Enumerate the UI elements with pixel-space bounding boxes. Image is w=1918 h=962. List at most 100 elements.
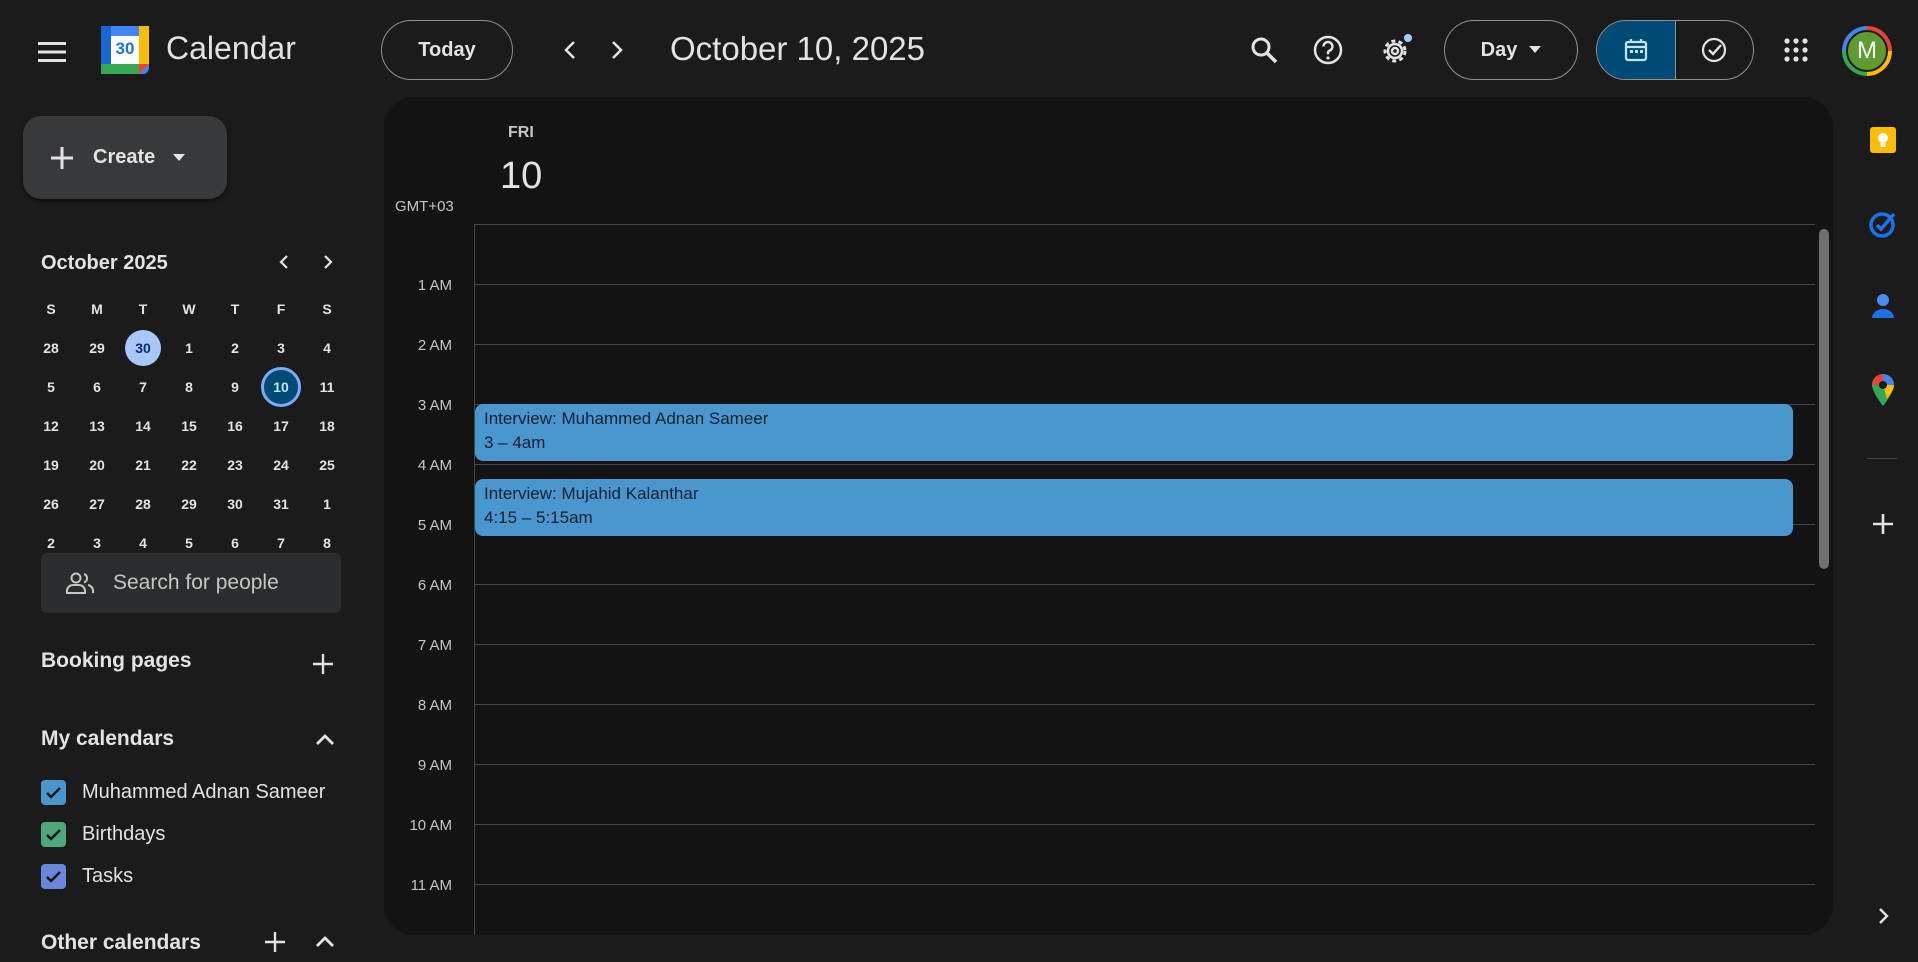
mini-prev-month-button[interactable] — [266, 244, 302, 280]
calendar-item-label: Muhammed Adnan Sameer — [82, 781, 326, 803]
calendar-item-label: Tasks — [82, 865, 134, 887]
checkbox-checked-icon[interactable] — [41, 780, 66, 805]
mini-day[interactable]: 8 — [166, 367, 212, 406]
my-calendars-title: My calendars — [41, 727, 175, 750]
settings-button[interactable] — [1374, 28, 1418, 72]
vertical-scrollbar[interactable] — [1819, 229, 1829, 569]
mini-day[interactable]: 2 — [212, 328, 258, 367]
mini-day[interactable]: 29 — [166, 484, 212, 523]
mini-day[interactable]: 17 — [258, 406, 304, 445]
side-panel — [1845, 100, 1918, 958]
mini-day[interactable]: 1 — [166, 328, 212, 367]
calendar-item-birthdays[interactable]: Birthdays — [41, 822, 165, 847]
weekday-label: T — [138, 301, 148, 317]
hour-line — [475, 584, 1815, 585]
checkbox-checked-icon[interactable] — [41, 864, 66, 889]
app-title: Calendar — [166, 30, 296, 66]
mini-day[interactable]: 28 — [28, 328, 74, 367]
logo-day-number: 30 — [115, 39, 135, 58]
search-people-input[interactable]: Search for people — [41, 553, 341, 613]
mini-day[interactable]: 15 — [166, 406, 212, 445]
event-time: 3 – 4am — [484, 433, 546, 452]
hour-line — [475, 824, 1815, 825]
expand-side-panel-button[interactable] — [1863, 896, 1903, 936]
mini-day[interactable]: 5 — [28, 367, 74, 406]
chevron-right-icon — [612, 41, 623, 59]
mini-day[interactable]: 19 — [28, 445, 74, 484]
checkbox-checked-icon[interactable] — [41, 822, 66, 847]
search-button[interactable] — [1242, 28, 1286, 72]
add-other-calendar-button[interactable] — [255, 922, 295, 962]
main-menu-button[interactable] — [30, 30, 74, 74]
get-add-ons-button[interactable] — [1863, 504, 1903, 544]
mini-day[interactable]: 25 — [304, 445, 350, 484]
google-apps-button[interactable] — [1774, 28, 1818, 72]
time-grid[interactable] — [474, 224, 1815, 935]
mini-day[interactable]: 24 — [258, 445, 304, 484]
mini-day[interactable]: 18 — [304, 406, 350, 445]
mini-calendar: S M T W T F S 28 29 30 1 2 3 4 5 6 7 8 9… — [28, 290, 348, 562]
tasks-button[interactable] — [1863, 204, 1903, 244]
view-selector[interactable]: Day — [1444, 20, 1578, 80]
hour-line — [475, 284, 1815, 285]
hour-label: 8 AM — [417, 697, 452, 714]
mini-next-month-button[interactable] — [310, 244, 346, 280]
previous-day-button[interactable] — [550, 30, 590, 70]
calendar-item-tasks[interactable]: Tasks — [41, 864, 133, 889]
today-button[interactable]: Today — [381, 20, 513, 80]
mini-day[interactable]: 29 — [74, 328, 120, 367]
mini-day[interactable]: 30 — [212, 484, 258, 523]
mini-day[interactable]: 4 — [304, 328, 350, 367]
day-name: FRI — [508, 124, 534, 141]
mini-day[interactable]: 22 — [166, 445, 212, 484]
contacts-button[interactable] — [1863, 286, 1903, 326]
maps-pin-icon — [1872, 374, 1894, 406]
mini-day[interactable]: 13 — [74, 406, 120, 445]
event-interview-mujahid[interactable]: Interview: Mujahid Kalanthar 4:15 – 5:15… — [475, 479, 1793, 536]
collapse-my-calendars-button[interactable] — [305, 720, 345, 760]
chevron-left-icon — [564, 41, 575, 59]
hour-label: 2 AM — [417, 337, 452, 354]
help-button[interactable] — [1306, 28, 1350, 72]
mini-day[interactable]: 26 — [28, 484, 74, 523]
calendar-icon — [1624, 39, 1647, 62]
mini-day[interactable]: 3 — [258, 328, 304, 367]
mini-day[interactable]: 9 — [212, 367, 258, 406]
mini-day-today[interactable]: 30 — [120, 328, 166, 367]
mini-day-selected[interactable]: 10 — [258, 366, 304, 407]
mini-calendar-week: 5 6 7 8 9 10 11 — [28, 366, 350, 407]
weekday-label: F — [276, 301, 286, 317]
mini-day[interactable]: 12 — [28, 406, 74, 445]
mini-day[interactable]: 16 — [212, 406, 258, 445]
mini-day[interactable]: 27 — [74, 484, 120, 523]
mini-day[interactable]: 14 — [120, 406, 166, 445]
mini-day[interactable]: 6 — [74, 367, 120, 406]
mini-day[interactable]: 11 — [304, 367, 350, 406]
add-booking-page-button[interactable] — [303, 644, 343, 684]
calendar-item-personal[interactable]: Muhammed Adnan Sameer — [41, 780, 325, 805]
calendar-logo[interactable]: 30 — [101, 26, 149, 74]
plus-icon — [313, 654, 333, 674]
event-interview-muhammed[interactable]: Interview: Muhammed Adnan Sameer 3 – 4am — [475, 404, 1793, 461]
collapse-other-calendars-button[interactable] — [305, 922, 345, 962]
maps-button[interactable] — [1863, 370, 1903, 410]
mini-day[interactable]: 31 — [258, 484, 304, 523]
chevron-right-icon — [1879, 908, 1889, 924]
mini-day[interactable]: 21 — [120, 445, 166, 484]
next-day-button[interactable] — [597, 30, 637, 70]
selected-marker: 10 — [261, 366, 301, 407]
mini-day[interactable]: 28 — [120, 484, 166, 523]
create-button[interactable]: Create — [23, 116, 227, 199]
tasks-view-toggle[interactable] — [1674, 21, 1754, 79]
account-avatar[interactable]: M — [1842, 26, 1892, 76]
mini-day[interactable]: 23 — [212, 445, 258, 484]
calendar-view-toggle[interactable] — [1597, 21, 1675, 79]
keep-button[interactable] — [1863, 120, 1903, 160]
mini-day[interactable]: 20 — [74, 445, 120, 484]
hour-label: 4 AM — [417, 457, 452, 474]
calendar-tasks-switch — [1596, 20, 1754, 80]
day-view: FRI 10 GMT+03 1 AM 2 AM 3 AM 4 AM 5 AM 6… — [384, 97, 1833, 935]
day-number[interactable]: 10 — [500, 155, 542, 198]
mini-day[interactable]: 1 — [304, 484, 350, 523]
mini-day[interactable]: 7 — [120, 367, 166, 406]
